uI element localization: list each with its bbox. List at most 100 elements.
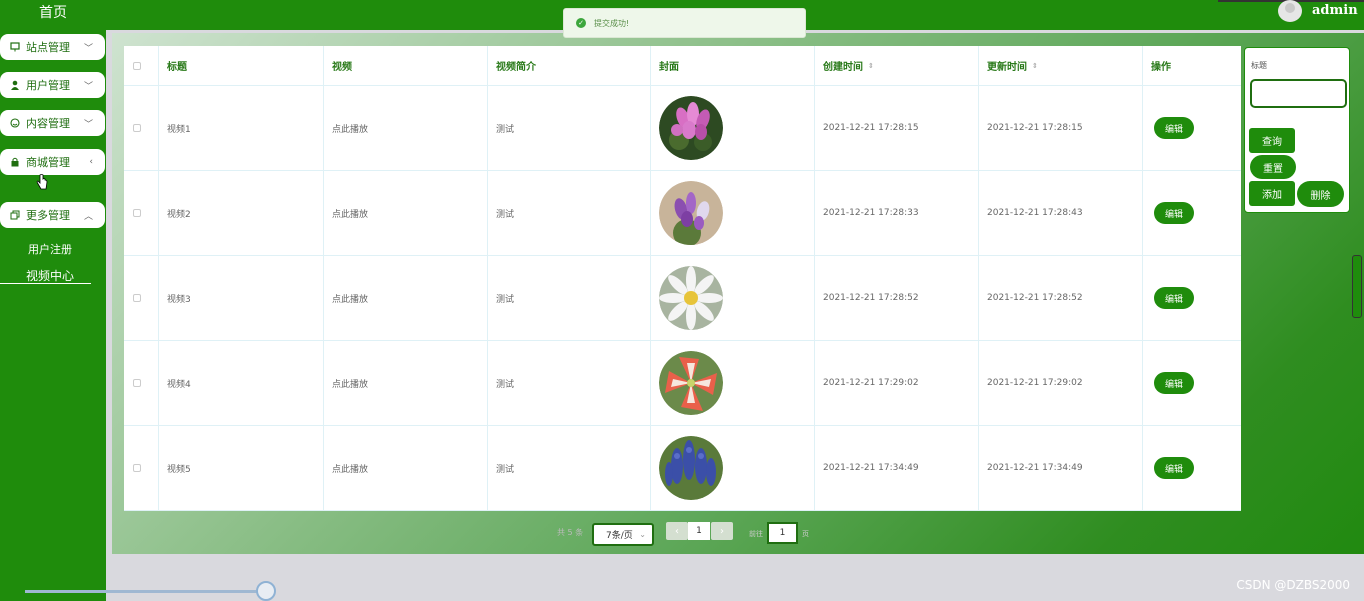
table-row: 视频1 点此播放 测试 2021-12-21 17:28:15 2021-12-21 1… bbox=[124, 86, 1241, 171]
reset-button[interactable]: 重置 bbox=[1250, 155, 1296, 179]
monitor-icon bbox=[8, 42, 22, 52]
menu-shop-management[interactable]: 商城管理 ‹ bbox=[0, 149, 105, 175]
col-created-label: 创建时间 bbox=[823, 62, 863, 73]
chevron-down-icon: ⌄ bbox=[639, 530, 646, 539]
col-title: 标题 bbox=[159, 46, 324, 85]
cell-intro: 测试 bbox=[488, 171, 651, 255]
row-checkbox[interactable] bbox=[133, 209, 141, 217]
cell-updated: 2021-12-21 17:28:43 bbox=[979, 171, 1143, 255]
play-link[interactable]: 点此播放 bbox=[324, 341, 488, 425]
cell-updated: 2021-12-21 17:28:52 bbox=[979, 256, 1143, 340]
col-intro: 视频简介 bbox=[488, 46, 651, 85]
col-created[interactable]: 创建时间 ⇕ bbox=[815, 46, 979, 85]
username[interactable]: admin bbox=[1312, 3, 1358, 18]
play-link[interactable]: 点此播放 bbox=[324, 86, 488, 170]
smile-icon bbox=[8, 118, 22, 128]
sidebar: 首页 站点管理 ﹀ 用户管理 ﹀ 内容管理 ﹀ 商城管理 ‹ 更多管理 ︿ 用户… bbox=[0, 0, 106, 601]
chevron-left-icon: ‹ bbox=[89, 157, 93, 167]
edit-button[interactable]: 编辑 bbox=[1154, 372, 1194, 394]
menu-site-management[interactable]: 站点管理 ﹀ bbox=[0, 34, 105, 60]
cover-image bbox=[651, 426, 815, 510]
data-table: 标题 视频 视频简介 封面 创建时间 ⇕ 更新时间 ⇕ 操作 视频1 点此播放 测试 20… bbox=[124, 46, 1241, 511]
cell-updated: 2021-12-21 17:29:02 bbox=[979, 341, 1143, 425]
cover-image bbox=[651, 86, 815, 170]
cell-intro: 测试 bbox=[488, 341, 651, 425]
cell-created: 2021-12-21 17:29:02 bbox=[815, 341, 979, 425]
menu-content-management[interactable]: 内容管理 ﹀ bbox=[0, 110, 105, 136]
cell-created: 2021-12-21 17:28:33 bbox=[815, 171, 979, 255]
search-panel: 标题 查询 重置 添加 删除 bbox=[1244, 47, 1350, 213]
toast-message: 提交成功! bbox=[594, 18, 630, 28]
goto-page-input[interactable]: 1 bbox=[767, 522, 798, 544]
play-link[interactable]: 点此播放 bbox=[324, 171, 488, 255]
cell-created: 2021-12-21 17:28:15 bbox=[815, 86, 979, 170]
watermark: CSDN @DZBS2000 bbox=[1236, 578, 1350, 592]
cover-image bbox=[651, 256, 815, 340]
col-updated[interactable]: 更新时间 ⇕ bbox=[979, 46, 1143, 85]
delete-button[interactable]: 删除 bbox=[1297, 181, 1344, 207]
goto-label: 前往 bbox=[749, 530, 763, 538]
slider-handle[interactable] bbox=[256, 581, 276, 601]
prev-page-button[interactable]: ‹ bbox=[666, 522, 688, 540]
cell-title: 视频5 bbox=[159, 426, 324, 510]
table-row: 视频5 点此播放 测试 2021-12-21 17:34:49 2021-12-21 1… bbox=[124, 426, 1241, 511]
success-toast: ✓ 提交成功! bbox=[563, 8, 806, 38]
menu-more-management[interactable]: 更多管理 ︿ bbox=[0, 202, 105, 228]
col-video: 视频 bbox=[324, 46, 488, 85]
cell-title: 视频2 bbox=[159, 171, 324, 255]
scrollbar[interactable] bbox=[1352, 255, 1362, 318]
menu-label: 内容管理 bbox=[26, 117, 70, 130]
table-row: 视频4 点此播放 测试 2021-12-21 17:29:02 2021-12-21 1… bbox=[124, 341, 1241, 426]
home-link[interactable]: 首页 bbox=[0, 0, 106, 21]
add-button[interactable]: 添加 bbox=[1249, 181, 1295, 206]
cover-image bbox=[651, 171, 815, 255]
copy-icon bbox=[8, 210, 22, 220]
table-row: 视频3 点此播放 测试 2021-12-21 17:28:52 2021-12-21 1… bbox=[124, 256, 1241, 341]
chevron-down-icon: ﹀ bbox=[83, 43, 93, 54]
row-checkbox[interactable] bbox=[133, 124, 141, 132]
cell-title: 视频3 bbox=[159, 256, 324, 340]
cover-image bbox=[651, 341, 815, 425]
active-underline bbox=[0, 283, 91, 284]
menu-user-management[interactable]: 用户管理 ﹀ bbox=[0, 72, 105, 98]
page-size-select[interactable]: 7条/页 ⌄ bbox=[592, 523, 654, 546]
menu-label: 站点管理 bbox=[26, 41, 70, 54]
row-checkbox[interactable] bbox=[133, 294, 141, 302]
page-number[interactable]: 1 bbox=[688, 522, 710, 540]
sort-icon[interactable]: ⇕ bbox=[1032, 62, 1038, 70]
cell-updated: 2021-12-21 17:28:15 bbox=[979, 86, 1143, 170]
col-actions: 操作 bbox=[1151, 62, 1171, 73]
title-search-input[interactable] bbox=[1250, 79, 1347, 108]
play-link[interactable]: 点此播放 bbox=[324, 256, 488, 340]
menu-label: 用户管理 bbox=[26, 79, 70, 92]
cell-created: 2021-12-21 17:34:49 bbox=[815, 426, 979, 510]
edit-button[interactable]: 编辑 bbox=[1154, 457, 1194, 479]
cell-updated: 2021-12-21 17:34:49 bbox=[979, 426, 1143, 510]
edit-button[interactable]: 编辑 bbox=[1154, 117, 1194, 139]
chevron-down-icon: ﹀ bbox=[83, 81, 93, 92]
user-icon bbox=[8, 80, 22, 90]
check-circle-icon: ✓ bbox=[576, 18, 586, 28]
play-link[interactable]: 点此播放 bbox=[324, 426, 488, 510]
bag-icon bbox=[8, 157, 22, 167]
edit-button[interactable]: 编辑 bbox=[1154, 287, 1194, 309]
row-checkbox[interactable] bbox=[133, 464, 141, 472]
cell-intro: 测试 bbox=[488, 256, 651, 340]
avatar[interactable] bbox=[1278, 0, 1302, 22]
cell-intro: 测试 bbox=[488, 86, 651, 170]
next-page-button[interactable]: › bbox=[711, 522, 733, 540]
query-button[interactable]: 查询 bbox=[1249, 128, 1295, 153]
slider-track[interactable] bbox=[25, 590, 265, 593]
cell-title: 视频1 bbox=[159, 86, 324, 170]
sort-icon[interactable]: ⇕ bbox=[868, 62, 874, 70]
col-cover: 封面 bbox=[651, 46, 815, 85]
subitem-video-center[interactable]: 视频中心 bbox=[0, 267, 100, 284]
cell-intro: 测试 bbox=[488, 426, 651, 510]
table-row: 视频2 点此播放 测试 2021-12-21 17:28:33 2021-12-21 1… bbox=[124, 171, 1241, 256]
subitem-user-register[interactable]: 用户注册 bbox=[0, 241, 100, 257]
cell-title: 视频4 bbox=[159, 341, 324, 425]
select-all-checkbox[interactable] bbox=[133, 61, 141, 70]
cursor-hand-icon bbox=[36, 174, 48, 194]
row-checkbox[interactable] bbox=[133, 379, 141, 387]
edit-button[interactable]: 编辑 bbox=[1154, 202, 1194, 224]
